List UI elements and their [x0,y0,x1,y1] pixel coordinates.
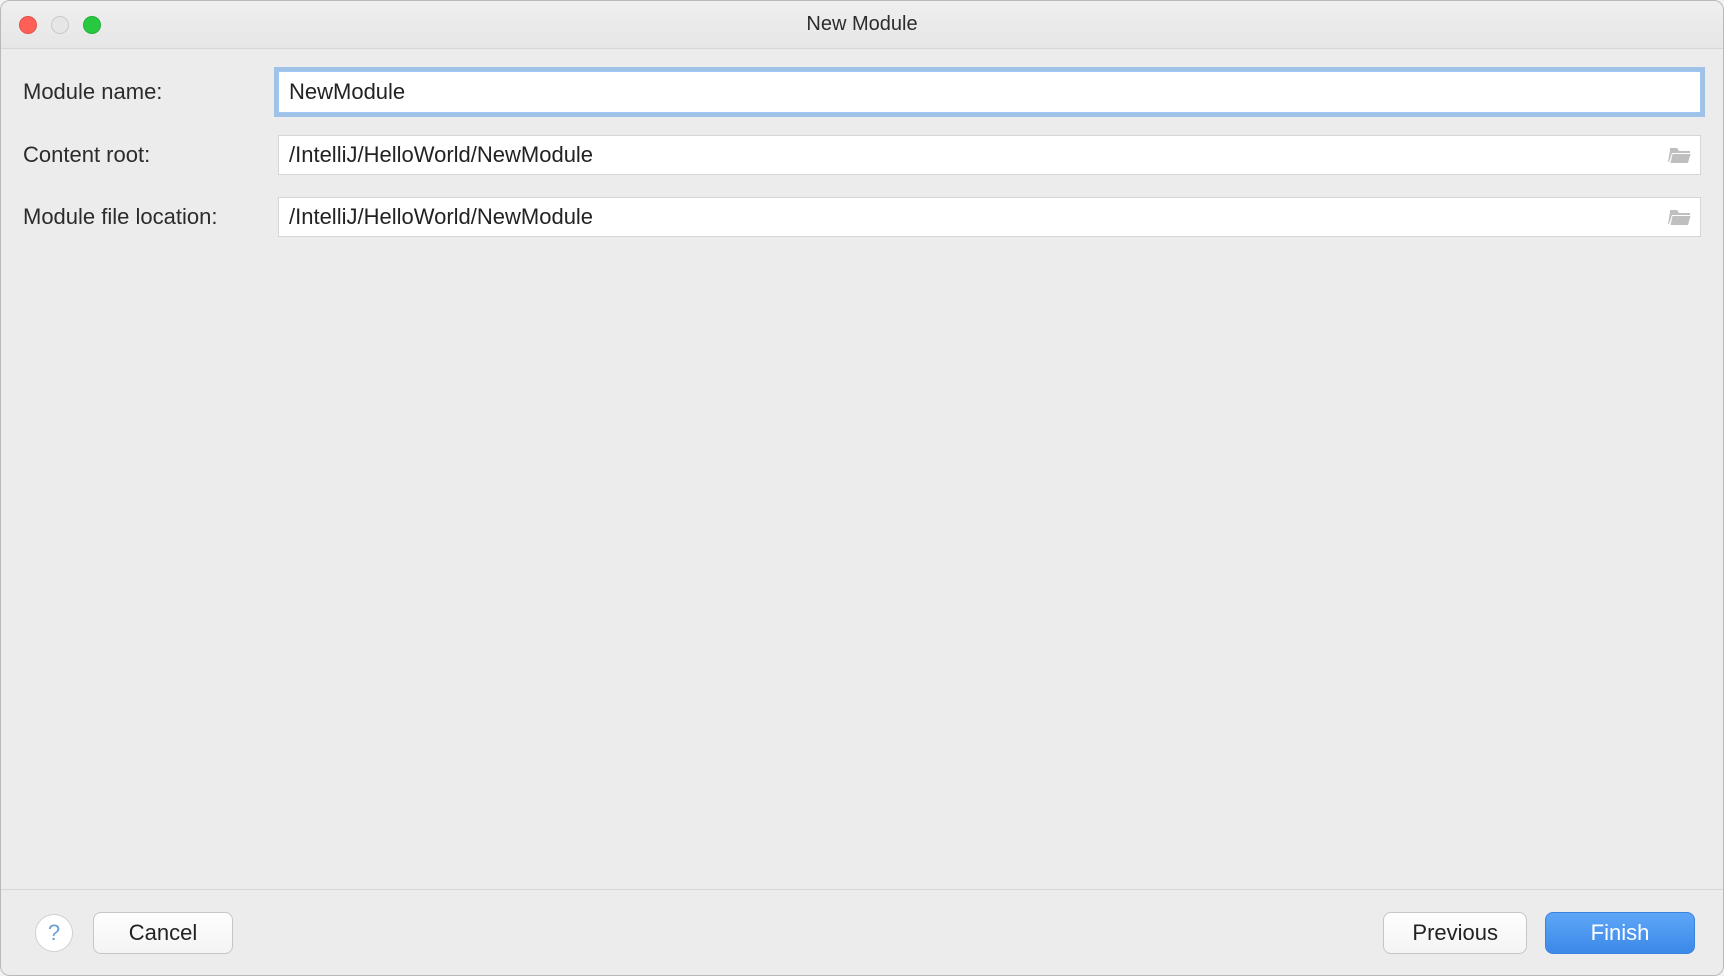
browse-module-file-location-button[interactable] [1665,205,1695,229]
row-module-file-location: Module file location: [23,197,1701,237]
label-content-root: Content root: [23,142,278,168]
folder-open-icon [1668,146,1692,164]
browse-content-root-button[interactable] [1665,143,1695,167]
content-root-input-wrap [278,135,1701,175]
previous-button[interactable]: Previous [1383,912,1527,954]
minimize-icon [51,16,69,34]
help-button[interactable]: ? [35,914,73,952]
window-controls [19,16,101,34]
form-content: Module name: Content root: Module file l… [1,49,1723,889]
row-content-root: Content root: [23,135,1701,175]
module-file-location-input[interactable] [278,197,1701,237]
dialog-footer: ? Cancel Previous Finish [1,889,1723,975]
row-module-name: Module name: [23,71,1701,113]
label-module-file-location: Module file location: [23,204,278,230]
cancel-button-label: Cancel [129,920,197,946]
folder-open-icon [1668,208,1692,226]
module-name-input-wrap [278,71,1701,113]
new-module-dialog: New Module Module name: Content root: Mo… [0,0,1724,976]
label-module-name: Module name: [23,79,278,105]
finish-button-label: Finish [1591,920,1650,946]
module-name-input[interactable] [278,71,1701,113]
finish-button[interactable]: Finish [1545,912,1695,954]
window-title: New Module [1,13,1723,36]
close-icon[interactable] [19,16,37,34]
titlebar: New Module [1,1,1723,49]
content-root-input[interactable] [278,135,1701,175]
zoom-icon[interactable] [83,16,101,34]
module-file-location-input-wrap [278,197,1701,237]
cancel-button[interactable]: Cancel [93,912,233,954]
previous-button-label: Previous [1412,920,1498,946]
help-icon: ? [48,920,60,946]
